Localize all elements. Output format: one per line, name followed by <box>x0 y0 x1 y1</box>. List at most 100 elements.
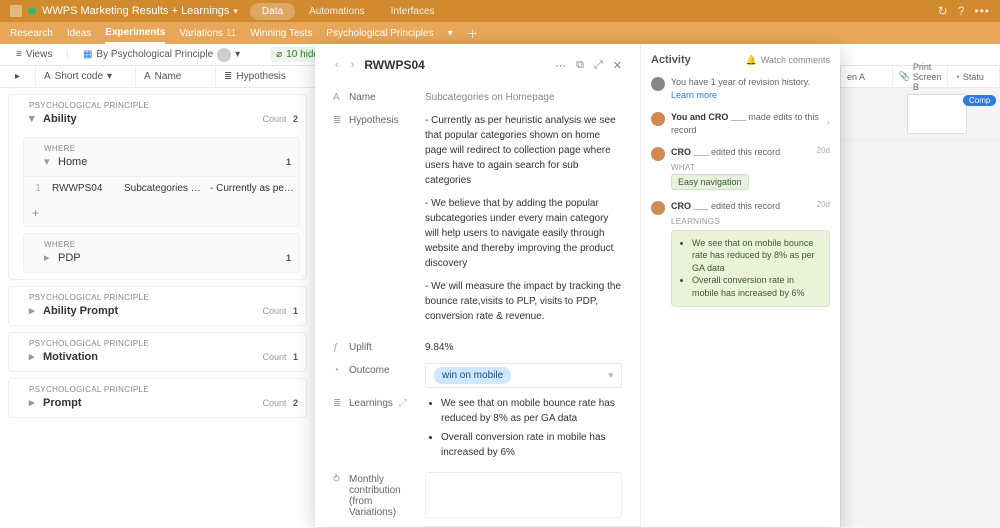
col-name[interactable]: AName <box>136 66 216 87</box>
group-prompt: Psychological Principle ▸PromptCount 2 <box>8 378 307 418</box>
subgroup-label: WHERE <box>24 138 299 153</box>
select-icon: ◔ <box>954 72 959 82</box>
tab-research[interactable]: Research <box>10 24 53 43</box>
group-title[interactable]: ▸MotivationCount 1 <box>9 348 306 371</box>
group-title[interactable]: ▸Ability PromptCount 1 <box>9 302 306 325</box>
help-icon[interactable]: ? <box>958 4 965 18</box>
views-button[interactable]: ≡Views <box>10 47 58 62</box>
field-value[interactable]: Subcategories on Homepage <box>425 90 622 105</box>
outcome-tag: win on mobile <box>434 367 511 384</box>
subgroup-title[interactable]: ▾Home1 <box>24 153 299 176</box>
rollup-icon: ⥁ <box>333 474 343 484</box>
more-icon[interactable]: ⋯ <box>555 59 566 72</box>
group-section-label: Psychological Principle <box>9 379 306 394</box>
avatar <box>651 147 665 161</box>
record-title: RWWPS04 <box>364 58 424 72</box>
tab-data[interactable]: Data <box>250 3 295 20</box>
watch-comments-button[interactable]: 🔔Watch comments <box>746 55 830 66</box>
base-icon <box>10 5 22 17</box>
field-learnings: ≣Learnings ⤢ We see that on mobile bounc… <box>333 396 622 464</box>
status-dot <box>28 7 36 15</box>
avatar <box>651 201 665 215</box>
col-screen-a[interactable]: en A <box>841 66 893 87</box>
table-tabs: Research Ideas Experiments Variations 11… <box>0 22 1000 44</box>
activity-title: Activity <box>651 54 691 66</box>
field-value[interactable] <box>425 472 622 518</box>
tab-psychological-principles[interactable]: Psychological Principles <box>326 24 433 43</box>
record-panel: ‹ › RWWPS04 ⋯ ⧉ ⤢ ✕ AName Subcategories … <box>315 44 840 527</box>
subgroup-title[interactable]: ▸PDP1 <box>24 249 299 272</box>
learn-more-link[interactable]: Learn more <box>671 90 717 100</box>
expand-icon[interactable]: ⤢ <box>594 59 603 72</box>
view-picker[interactable]: ▦By Psychological Principle ▾ <box>77 46 246 64</box>
table-row[interactable]: Comp <box>841 88 1000 140</box>
tab-experiments[interactable]: Experiments <box>105 23 165 44</box>
copy-icon[interactable]: ⧉ <box>576 59 584 72</box>
cell-hypothesis: - Currently as per heuristic a... we see… <box>210 183 295 194</box>
menu-icon: ≡ <box>16 49 22 60</box>
activity-entry: CRO ___ edited this record WHAT Easy nav… <box>651 146 830 190</box>
bell-icon: 🔔 <box>746 55 757 66</box>
field-monthly-contribution: ⥁Monthly contribution (from Variations) <box>333 472 622 518</box>
learnings-card: We see that on mobile bounce rate has re… <box>671 230 830 307</box>
more-icon[interactable]: ••• <box>974 4 990 18</box>
field-uplift: ƒUplift 9.84% <box>333 340 622 355</box>
learning-item: Overall conversion rate in mobile has in… <box>692 274 821 299</box>
chevron-down-icon: ▾ <box>608 369 613 383</box>
col-hypothesis[interactable]: ≣Hypothesis <box>216 66 316 87</box>
close-icon[interactable]: ✕ <box>613 59 622 72</box>
tab-variations[interactable]: Variations 11 <box>179 24 236 43</box>
next-record-icon[interactable]: › <box>349 59 357 71</box>
grid-body: Psychological Principle ▾AbilityCount 2 … <box>0 88 315 528</box>
activity-entry[interactable]: You and CRO ___ made edits to this recor… <box>651 111 830 136</box>
outcome-select[interactable]: win on mobile ▾ <box>425 363 622 388</box>
field-outcome: ◔Outcome win on mobile ▾ <box>333 363 622 388</box>
grid-icon: ▦ <box>83 49 92 60</box>
activity-sublabel: WHAT <box>671 163 830 172</box>
status-badge: Comp <box>963 95 996 106</box>
tab-interfaces[interactable]: Interfaces <box>379 3 447 20</box>
field-value[interactable]: 9.84% <box>425 340 622 355</box>
tab-caret[interactable]: ▾ <box>448 24 453 43</box>
add-row-button[interactable]: + <box>24 200 299 226</box>
history-icon[interactable]: ↻ <box>938 4 948 18</box>
tab-winning-tests[interactable]: Winning Tests <box>250 24 312 43</box>
header-tabs: Data Automations Interfaces <box>250 3 447 20</box>
subgroup-home: WHERE ▾Home1 1 RWWPS04 Subcategories on … <box>23 137 300 227</box>
panel-header: ‹ › RWWPS04 ⋯ ⧉ ⤢ ✕ <box>333 54 622 82</box>
field-name: AName Subcategories on Homepage <box>333 90 622 105</box>
field-value[interactable]: - Currently as per heuristic analysis we… <box>425 113 622 332</box>
text-icon: A <box>44 71 51 82</box>
activity-panel: Activity 🔔Watch comments You have 1 year… <box>640 44 840 527</box>
base-title[interactable]: WWPS Marketing Results + Learnings <box>42 5 229 17</box>
group-title[interactable]: ▾AbilityCount 2 <box>9 110 306 133</box>
chevron-down-icon[interactable]: ▾ <box>233 6 238 17</box>
attachment-icon: 📎 <box>899 71 910 82</box>
chevron-right-icon: ▸ <box>29 396 39 409</box>
chevron-right-icon: ▸ <box>29 304 39 317</box>
cell-short-code: RWWPS04 <box>52 183 120 194</box>
col-short-code[interactable]: AShort code ▾ <box>36 66 136 87</box>
prev-record-icon[interactable]: ‹ <box>333 59 341 71</box>
field-value[interactable]: We see that on mobile bounce rate has re… <box>425 396 622 464</box>
add-table-icon[interactable]: ＋ <box>467 25 479 42</box>
table-row[interactable]: 1 RWWPS04 Subcategories on Homepage - Cu… <box>24 176 299 200</box>
col-status[interactable]: ◔Statu <box>948 66 1000 87</box>
group-ability-prompt: Psychological Principle ▸Ability PromptC… <box>8 286 307 326</box>
tab-automations[interactable]: Automations <box>297 3 377 20</box>
tab-ideas[interactable]: Ideas <box>67 24 91 43</box>
expand-all[interactable]: ▸ <box>0 66 36 87</box>
longtext-icon: ≣ <box>333 398 343 408</box>
chevron-down-icon: ▾ <box>29 112 39 125</box>
expand-field-icon[interactable]: ⤢ <box>399 398 407 409</box>
row-index: 1 <box>28 183 48 194</box>
attachment-thumb <box>907 94 967 134</box>
activity-time: 20d <box>817 200 830 209</box>
field-hypothesis: ≣Hypothesis - Currently as per heuristic… <box>333 113 622 332</box>
text-icon: A <box>333 92 343 102</box>
group-title[interactable]: ▸PromptCount 2 <box>9 394 306 417</box>
text-icon: A <box>144 71 151 82</box>
col-screen-b[interactable]: 📎Print Screen B <box>893 66 949 87</box>
chevron-down-icon: ▾ <box>44 155 54 168</box>
activity-info: You have 1 year of revision history. Lea… <box>651 76 830 101</box>
